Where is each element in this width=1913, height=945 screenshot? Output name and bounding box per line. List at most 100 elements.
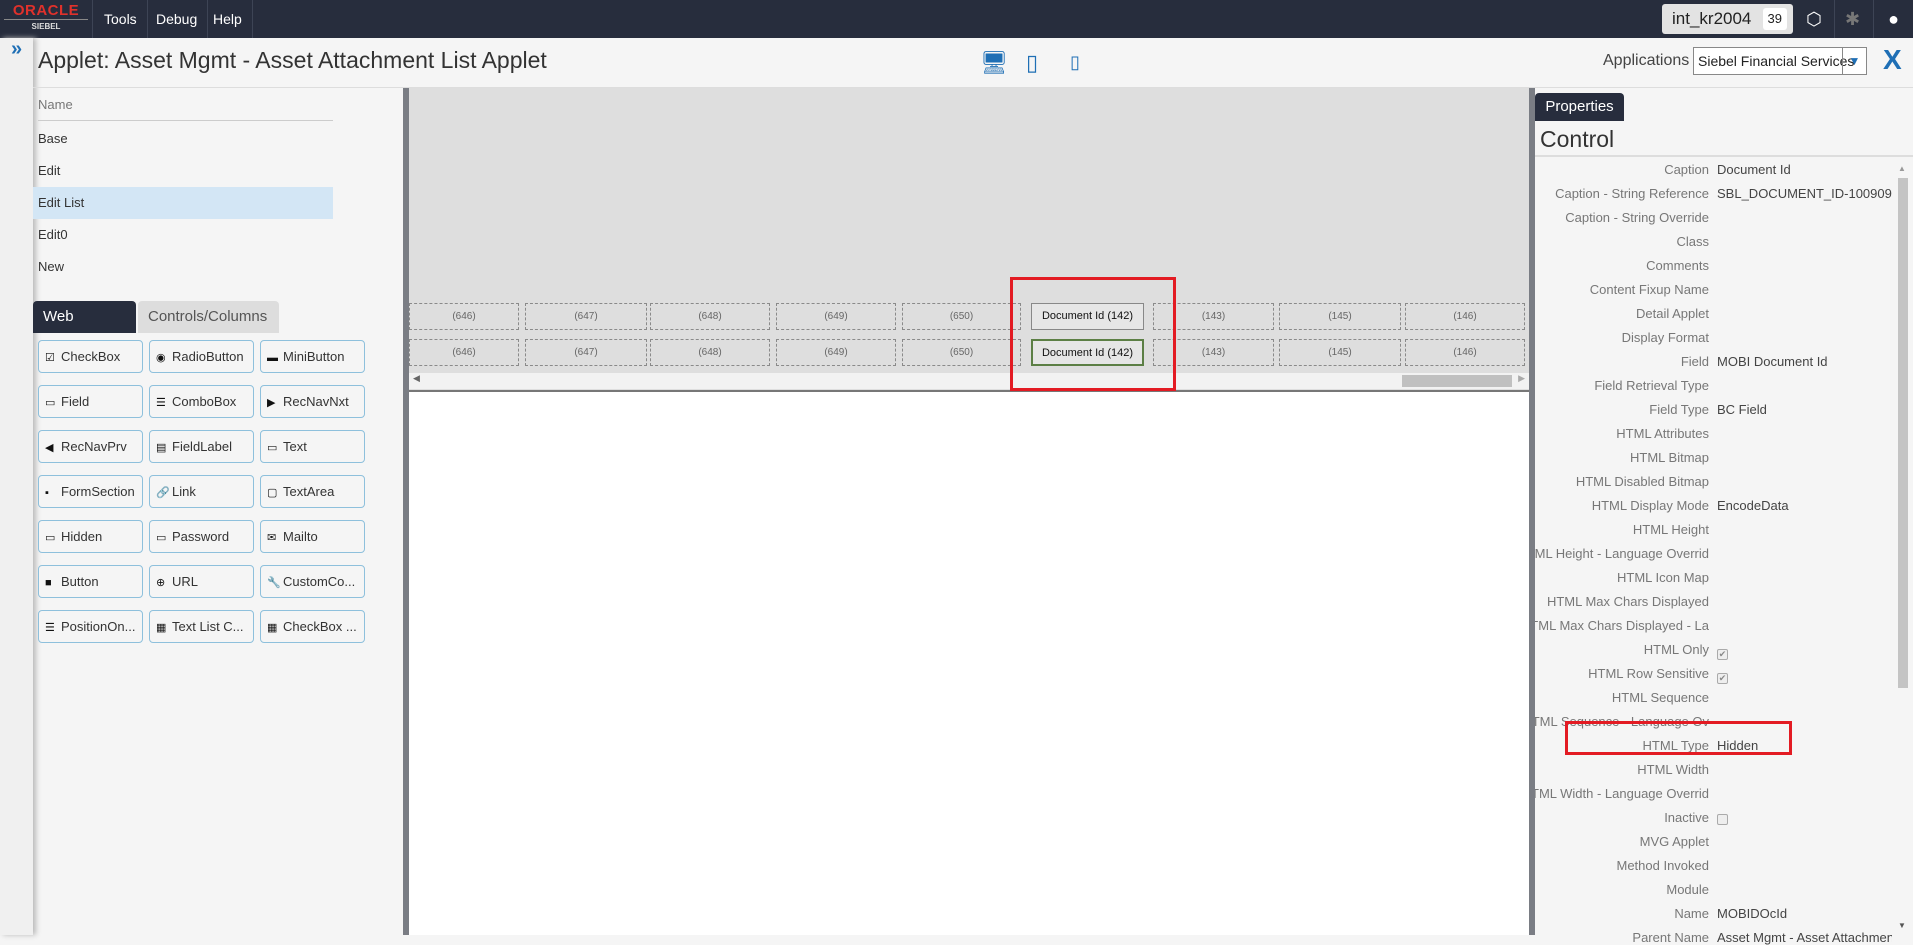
layout-cell[interactable]: (650)	[902, 303, 1021, 330]
property-checkbox[interactable]: ✔	[1717, 668, 1728, 686]
control-radiobutton[interactable]: ◉ RadioButton	[149, 340, 254, 373]
property-label-text: HTML Icon Map	[1617, 570, 1709, 585]
control-text[interactable]: ▭ Text	[260, 430, 365, 463]
property-label-text: HTML Height - Language Overrid	[1535, 546, 1709, 561]
layout-cell[interactable]: (648)	[650, 339, 770, 366]
control-recnavprv[interactable]: ◀ RecNavPrv	[38, 430, 143, 463]
layout-cell[interactable]: (648)	[650, 303, 770, 330]
tablet-icon[interactable]: ▯	[1026, 50, 1038, 76]
control-positionon[interactable]: ☰ PositionOn...	[38, 610, 143, 643]
scroll-right-icon[interactable]: ▶	[1518, 373, 1525, 384]
control-mailto[interactable]: ✉ Mailto	[260, 520, 365, 553]
control-text-list-c[interactable]: ▦ Text List C...	[149, 610, 254, 643]
layout-cell[interactable]: (646)	[409, 339, 519, 366]
property-value[interactable]: Document Id	[1717, 162, 1892, 177]
control-password[interactable]: ▭ Password	[149, 520, 254, 553]
template-item[interactable]: New	[33, 251, 333, 283]
layout-cell[interactable]: (146)	[1405, 339, 1525, 366]
property-value[interactable]: MOBIDOcId	[1717, 906, 1892, 921]
tab-properties[interactable]: Properties	[1535, 93, 1624, 121]
menu-tools[interactable]: Tools	[94, 0, 148, 38]
layout-cell[interactable]: (646)	[409, 303, 519, 330]
template-item[interactable]: Base	[33, 123, 333, 155]
menu-debug[interactable]: Debug	[146, 0, 209, 38]
control-combobox[interactable]: ☰ ComboBox	[149, 385, 254, 418]
control-button[interactable]: ■ Button	[38, 565, 143, 598]
control-icon: ✉	[267, 532, 277, 544]
layout-cell[interactable]: (146)	[1405, 303, 1525, 330]
property-label: Name	[1535, 906, 1709, 921]
user-icon[interactable]: ●	[1873, 0, 1913, 38]
property-label-text: Field Retrieval Type	[1594, 378, 1709, 393]
layout-cell[interactable]: (145)	[1279, 339, 1401, 366]
property-label: Display Format	[1535, 330, 1709, 345]
properties-heading: Control	[1540, 126, 1615, 152]
property-label: HTML Only	[1535, 642, 1709, 657]
property-checkbox[interactable]: ✔	[1717, 644, 1728, 662]
property-value[interactable]: MOBI Document Id	[1717, 354, 1892, 369]
control-formsection[interactable]: ▪ FormSection	[38, 475, 143, 508]
close-icon[interactable]: X	[1883, 44, 1902, 76]
oracle-siebel-logo[interactable]: ORACLE SIEBEL	[0, 0, 93, 38]
horizontal-scroll-thumb[interactable]	[1402, 375, 1512, 387]
control-url[interactable]: ⊕ URL	[149, 565, 254, 598]
control-recnavnxt[interactable]: ▶ RecNavNxt	[260, 385, 365, 418]
horizontal-scrollbar[interactable]: ◀ ▶	[409, 373, 1529, 389]
desktop-icon[interactable]: 🖥	[980, 50, 1008, 76]
control-textarea[interactable]: ▢ TextArea	[260, 475, 365, 508]
control-field[interactable]: ▭ Field	[38, 385, 143, 418]
workspace-selector[interactable]: int_kr2004 39	[1662, 4, 1793, 34]
property-value[interactable]: BC Field	[1717, 402, 1892, 417]
scroll-left-icon[interactable]: ◀	[413, 373, 420, 384]
workspace-count: 39	[1762, 8, 1787, 30]
property-value[interactable]: EncodeData	[1717, 498, 1892, 513]
property-label-text: Name	[1674, 906, 1709, 921]
property-label-text: Class	[1676, 234, 1709, 249]
layout-cell[interactable]: (649)	[776, 303, 896, 330]
property-value[interactable]: Asset Mgmt - Asset Attachmen	[1717, 930, 1892, 945]
property-label-text: HTML Max Chars Displayed	[1546, 594, 1709, 609]
property-label: Method Invoked	[1535, 858, 1709, 873]
expand-sidebar[interactable]: »	[0, 38, 33, 935]
control-minibutton[interactable]: ▬ MiniButton	[260, 340, 365, 373]
menu-help[interactable]: Help	[203, 0, 253, 38]
template-item[interactable]: Edit	[33, 155, 333, 187]
template-item-selected[interactable]: Edit List	[33, 187, 333, 219]
highlight-box-document-id	[1010, 277, 1176, 391]
layout-cell[interactable]: (145)	[1279, 303, 1401, 330]
control-icon: ☰	[45, 622, 55, 634]
bug-icon[interactable]: ✱	[1834, 0, 1870, 38]
control-icon: ▭	[156, 532, 167, 544]
phone-icon[interactable]: ▯	[1070, 52, 1080, 73]
property-label: Comments	[1535, 258, 1709, 273]
control-label: Password	[172, 529, 230, 544]
control-label: Text List C...	[172, 619, 244, 634]
control-link[interactable]: 🔗 Link	[149, 475, 254, 508]
control-hidden[interactable]: ▭ Hidden	[38, 520, 143, 553]
chevron-double-right-icon[interactable]: »	[0, 38, 33, 61]
template-item[interactable]: Edit0	[33, 219, 333, 251]
control-customco[interactable]: 🔧 CustomCo...	[260, 565, 365, 598]
chevron-down-icon[interactable]: ▼	[1842, 48, 1866, 74]
applications-select[interactable]: Siebel Financial Services ▼	[1693, 47, 1867, 75]
tab-controls-columns[interactable]: Controls/Columns	[138, 301, 279, 333]
layout-cell[interactable]: (647)	[525, 339, 647, 366]
cube-icon[interactable]: ⬡	[1796, 0, 1832, 38]
control-fieldlabel[interactable]: ▤ FieldLabel	[149, 430, 254, 463]
property-label: Field Type	[1535, 402, 1709, 417]
control-icon: ▭	[267, 442, 278, 454]
property-checkbox[interactable]	[1717, 812, 1728, 830]
vertical-scroll-thumb[interactable]	[1898, 178, 1908, 688]
property-label-text: Display Format	[1621, 330, 1709, 345]
property-value[interactable]: SBL_DOCUMENT_ID-10090951	[1717, 186, 1892, 201]
layout-cell[interactable]: (647)	[525, 303, 647, 330]
layout-cell[interactable]: (650)	[902, 339, 1021, 366]
control-checkbox[interactable]: ▦ CheckBox ...	[260, 610, 365, 643]
property-label: Class	[1535, 234, 1709, 249]
tab-web-control[interactable]: Web Control	[33, 301, 136, 357]
control-checkbox[interactable]: ☑ CheckBox	[38, 340, 143, 373]
layout-cell[interactable]: (649)	[776, 339, 896, 366]
property-label: Caption - String Reference	[1535, 186, 1709, 201]
control-label: CheckBox ...	[283, 619, 357, 634]
property-label-text: Caption - String Reference	[1555, 186, 1709, 201]
